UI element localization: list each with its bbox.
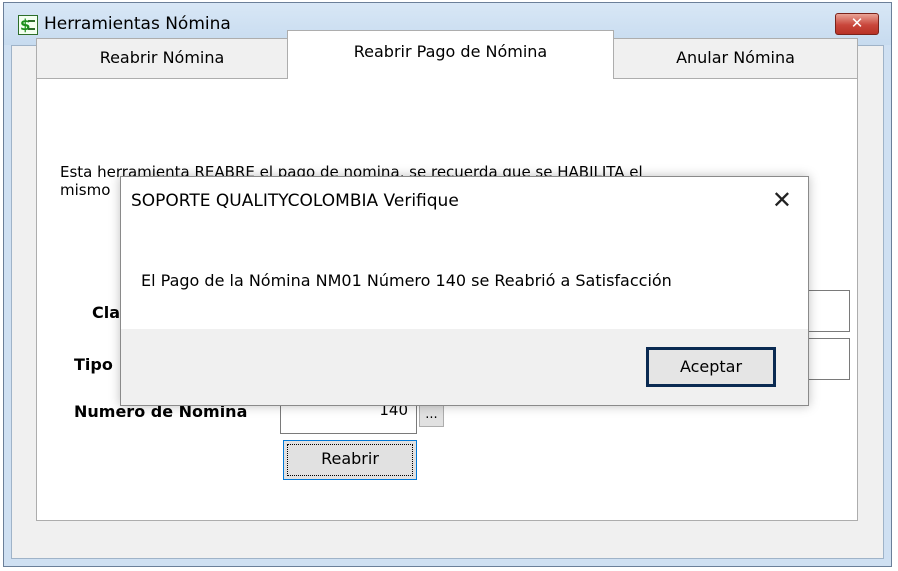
tab-anular-nomina[interactable]: Anular Nómina [613,38,858,78]
dialog-message: El Pago de la Nómina NM01 Número 140 se … [141,271,672,290]
payroll-dollar-icon: $ [18,15,38,35]
message-dialog: SOPORTE QUALITYCOLOMBIA Verifique ✕ El P… [120,176,809,406]
clase-label: Cla [92,303,121,322]
aceptar-button[interactable]: Aceptar [646,347,776,387]
dialog-close-icon[interactable]: ✕ [772,185,792,215]
tab-reabrir-nomina[interactable]: Reabrir Nómina [36,38,288,78]
window-close-button[interactable]: ✕ [835,13,879,35]
lookup-ellipsis-button[interactable]: ... [419,405,444,427]
tab-reabrir-pago-nomina[interactable]: Reabrir Pago de Nómina [287,30,614,79]
window-title: Herramientas Nómina [44,14,231,34]
dialog-title: SOPORTE QUALITYCOLOMBIA Verifique [131,191,459,211]
tipo-label: Tipo [74,355,113,374]
reabrir-button[interactable]: Reabrir [283,440,417,480]
